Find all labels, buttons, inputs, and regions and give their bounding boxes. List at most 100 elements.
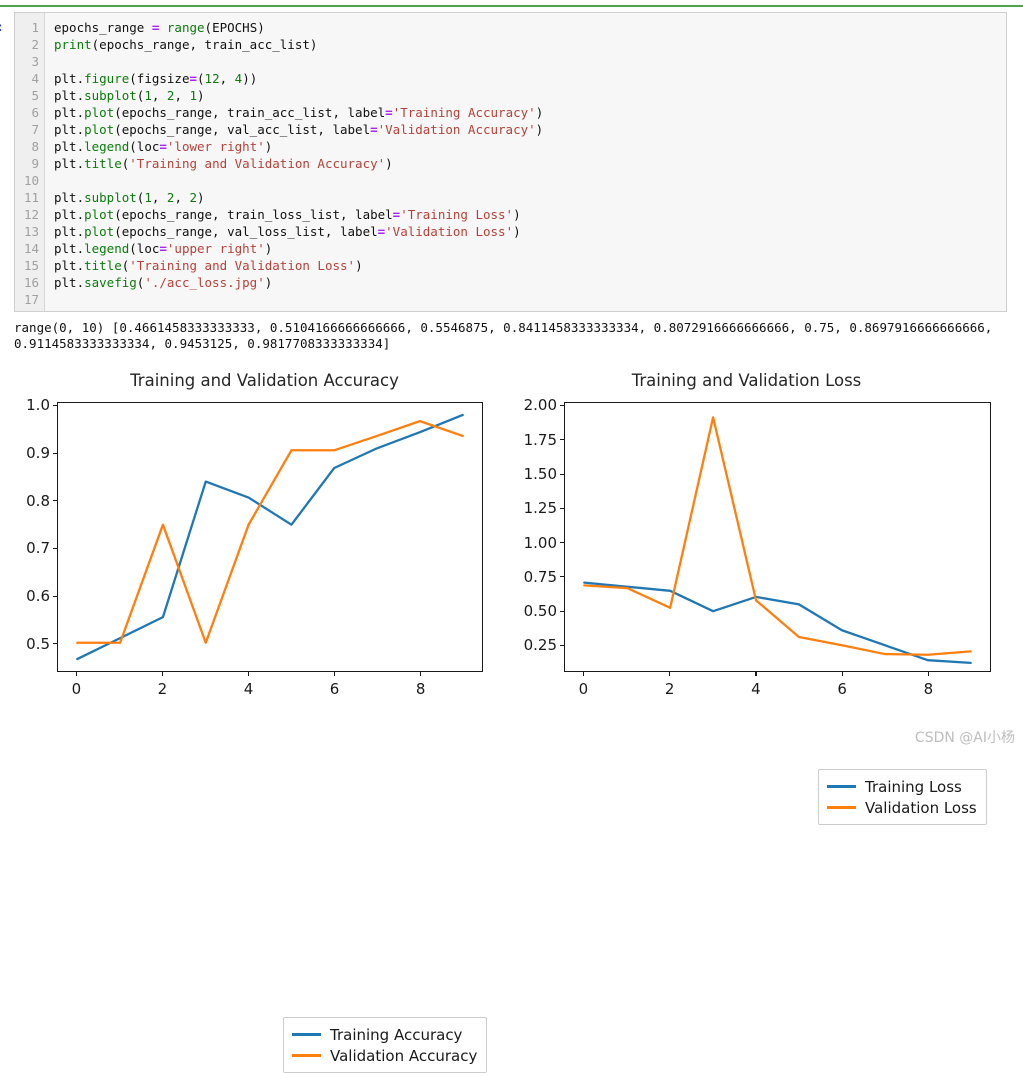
x-axis-tick-label: 2 — [664, 680, 675, 698]
code-line[interactable] — [54, 53, 1006, 70]
code-line[interactable]: print(epochs_range, train_acc_list) — [54, 36, 1006, 53]
series-line — [76, 419, 464, 644]
y-axis-tick-label: 2.00 — [523, 396, 557, 415]
cell-prompt-label: ]: — [0, 20, 4, 34]
y-axis-tick-mark — [53, 404, 57, 406]
y-axis-tick-label: 0.25 — [523, 636, 557, 655]
legend-item: Validation Loss — [827, 797, 977, 818]
line-number: 1 — [31, 20, 39, 35]
x-axis-tick-mark — [927, 672, 930, 676]
x-axis-tick-label: 2 — [157, 680, 168, 698]
x-axis-tick-label: 8 — [415, 680, 426, 698]
csdn-watermark: CSDN @AI小杨 — [914, 730, 1015, 746]
y-axis-tick-label: 0.5 — [26, 634, 50, 653]
x-axis-tick-mark — [669, 672, 671, 676]
subplot-loss: Training and Validation Loss 0.25 0.50 0.7… — [512, 366, 1023, 751]
code-cell[interactable]: 1 2 3 4 5 6 7 8 9 10 11 12 13 14 15 16 17 epochs_range =… — [14, 12, 1007, 312]
legend-line-swatch-training-accuracy — [292, 1033, 321, 1036]
matplotlib-figure: Training and Validation Accuracy 0.5 0.6 0… — [0, 366, 1023, 1073]
code-line[interactable]: plt.plot(epochs_range, train_acc_list, l… — [54, 104, 1006, 121]
x-axis-tick-mark — [582, 672, 584, 676]
line-number: 9 — [31, 156, 39, 171]
y-axis-tick-label: 0.75 — [523, 567, 557, 586]
series-line — [76, 413, 464, 661]
y-axis-tick-mark — [53, 595, 57, 597]
x-axis-tick-label: 6 — [329, 680, 340, 698]
code-line[interactable] — [54, 291, 1006, 308]
line-number: 11 — [23, 190, 39, 205]
code-line[interactable]: plt.title('Training and Validation Accur… — [54, 155, 1006, 172]
y-axis-tick-mark — [560, 542, 564, 544]
x-axis-tick-label: 4 — [751, 680, 761, 698]
code-line[interactable]: plt.legend(loc='lower right') — [54, 138, 1006, 155]
y-axis-tick-label: 1.25 — [523, 499, 557, 518]
y-axis-tick-label: 0.6 — [26, 587, 50, 606]
line-number: 17 — [23, 292, 39, 307]
y-axis-tick-mark — [53, 643, 57, 645]
line-number: 13 — [23, 224, 39, 239]
accuracy-plot-title: Training and Validation Accuracy — [130, 371, 399, 390]
x-axis-tick-label: 6 — [837, 680, 847, 698]
x-axis-tick-label: 0 — [71, 680, 82, 698]
x-axis-tick-mark — [75, 672, 77, 676]
code-line[interactable]: plt.subplot(1, 2, 1) — [54, 87, 1006, 104]
x-axis-tick-mark — [247, 672, 250, 676]
cell-stdout-output: range(0, 10) [0.4661458333333333, 0.5104… — [14, 320, 1000, 351]
line-number: 6 — [31, 105, 39, 120]
x-axis-tick-mark — [841, 672, 843, 676]
code-line[interactable]: plt.figure(figsize=(12, 4)) — [54, 70, 1006, 87]
code-line[interactable]: plt.subplot(1, 2, 2) — [54, 189, 1006, 206]
line-number: 16 — [23, 275, 39, 290]
accuracy-plot-area — [57, 402, 483, 672]
y-axis-tick-label: 0.50 — [523, 602, 557, 621]
code-line[interactable]: plt.plot(epochs_range, train_loss_list, … — [54, 206, 1006, 223]
legend-item: Validation Accuracy — [292, 1045, 477, 1066]
x-axis-tick-mark — [161, 672, 164, 676]
subplot-accuracy: Training and Validation Accuracy 0.5 0.6 0… — [0, 366, 511, 751]
y-axis-tick-mark — [560, 473, 564, 475]
y-axis-tick-label: 1.00 — [523, 533, 557, 552]
line-number: 8 — [31, 139, 39, 154]
legend-label: Training Accuracy — [330, 1025, 463, 1044]
code-line[interactable] — [54, 172, 1006, 189]
line-number: 7 — [31, 122, 39, 137]
y-axis-tick-mark — [53, 500, 57, 502]
y-axis-tick-label: 0.7 — [26, 539, 50, 558]
legend-line-swatch-validation-loss — [827, 806, 856, 809]
code-line[interactable]: epochs_range = range(EPOCHS) — [54, 19, 1006, 36]
legend-label: Training Loss — [865, 777, 962, 796]
accuracy-lines — [76, 413, 464, 661]
y-axis-tick-mark — [560, 644, 564, 646]
line-number: 12 — [23, 207, 39, 222]
y-axis-tick-mark — [560, 404, 564, 407]
code-line[interactable]: plt.savefig('./acc_loss.jpg') — [54, 274, 1006, 291]
y-axis-tick-mark — [53, 547, 57, 550]
code-line[interactable]: plt.title('Training and Validation Loss'… — [54, 257, 1006, 274]
line-number: 3 — [31, 54, 39, 69]
code-line[interactable]: plt.plot(epochs_range, val_loss_list, la… — [54, 223, 1006, 240]
line-number: 10 — [23, 173, 39, 188]
legend-label: Validation Accuracy — [330, 1046, 478, 1065]
line-number-gutter: 1 2 3 4 5 6 7 8 9 10 11 12 13 14 15 16 17 — [15, 13, 45, 311]
legend-line-swatch-training-loss — [827, 785, 856, 788]
x-axis-tick-mark — [755, 672, 757, 676]
code-line[interactable]: plt.plot(epochs_range, val_acc_list, lab… — [54, 121, 1006, 138]
y-axis-tick-label: 1.75 — [523, 430, 557, 449]
code-editor-area[interactable]: epochs_range = range(EPOCHS) print(epochs… — [45, 13, 1006, 311]
y-axis-tick-mark — [53, 452, 57, 454]
x-axis-tick-label: 0 — [578, 680, 589, 698]
x-axis-tick-mark — [420, 672, 422, 676]
loss-plot-area — [564, 402, 991, 672]
loss-lines — [583, 416, 972, 665]
accuracy-legend: Training Accuracy Validation Accuracy — [283, 1017, 488, 1073]
line-number: 15 — [23, 258, 39, 273]
line-number: 5 — [31, 88, 39, 103]
y-axis-tick-mark — [560, 439, 564, 441]
x-axis-tick-label: 4 — [243, 680, 254, 698]
y-axis-tick-mark — [560, 576, 564, 578]
y-axis-tick-label: 0.8 — [26, 491, 50, 510]
x-axis-tick-mark — [334, 672, 336, 676]
loss-legend: Training Loss Validation Loss — [818, 769, 987, 825]
code-line[interactable]: plt.legend(loc='upper right') — [54, 240, 1006, 257]
y-axis-tick-label: 1.0 — [26, 396, 50, 415]
